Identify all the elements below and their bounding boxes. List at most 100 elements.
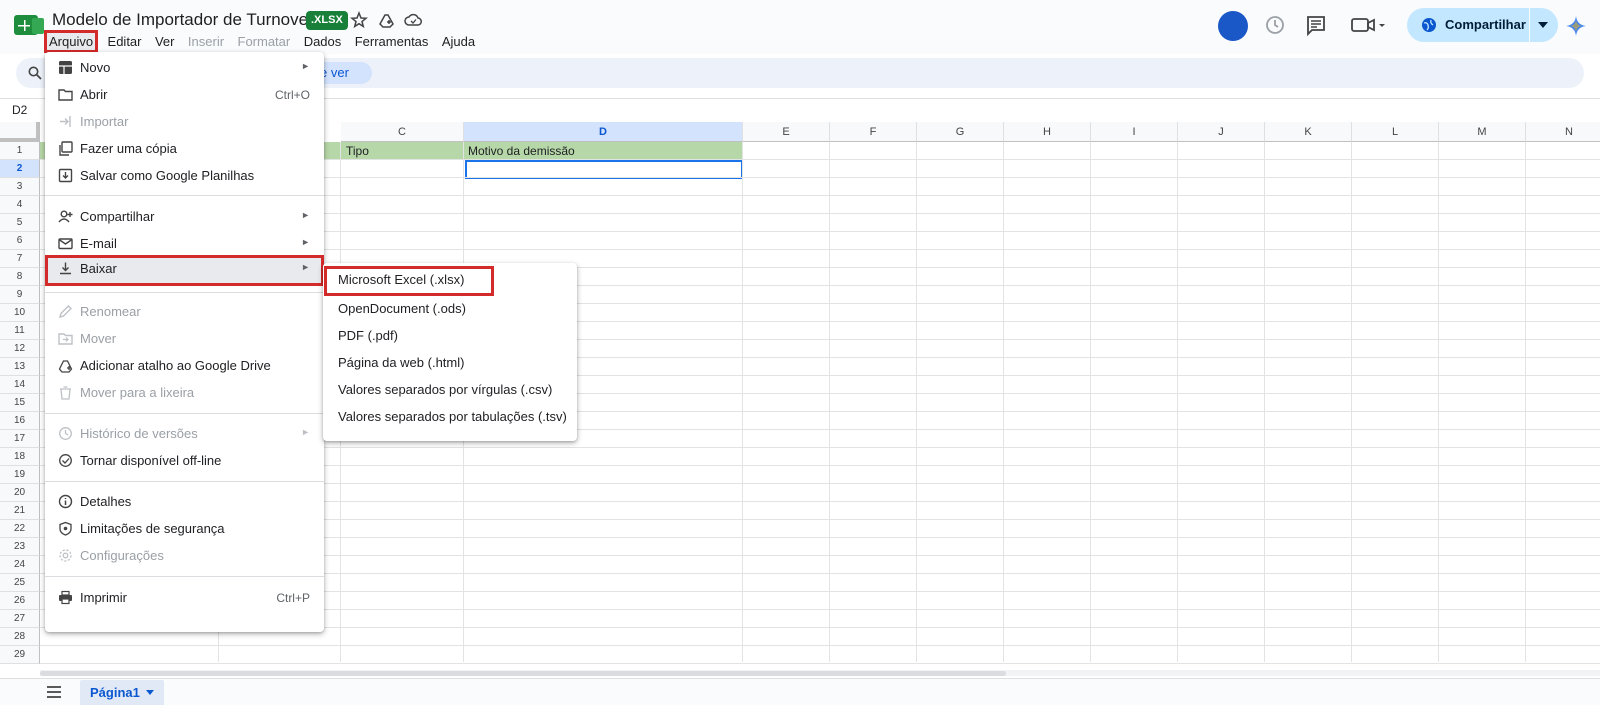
- row-header-26[interactable]: 26: [0, 592, 40, 610]
- menu-item-fazer-copia[interactable]: Fazer uma cópia: [45, 135, 324, 162]
- column-header-k[interactable]: K: [1265, 122, 1352, 142]
- meet-video-icon[interactable]: [1350, 15, 1386, 35]
- row-header-6[interactable]: 6: [0, 232, 40, 250]
- cell-c1[interactable]: Tipo: [346, 144, 369, 158]
- column-header-l[interactable]: L: [1352, 122, 1439, 142]
- row-header-12[interactable]: 12: [0, 340, 40, 358]
- download-xlsx[interactable]: Microsoft Excel (.xlsx): [324, 266, 494, 296]
- column-header-g[interactable]: G: [917, 122, 1004, 142]
- column-header-i[interactable]: I: [1091, 122, 1178, 142]
- row-header-28[interactable]: 28: [0, 628, 40, 646]
- column-header-m[interactable]: M: [1439, 122, 1526, 142]
- horizontal-scrollbar-thumb[interactable]: [40, 671, 1006, 676]
- menu-item-abrir[interactable]: Abrir Ctrl+O: [45, 81, 324, 108]
- menu-item-imprimir[interactable]: Imprimir Ctrl+P: [45, 584, 324, 611]
- column-header-j[interactable]: J: [1178, 122, 1265, 142]
- menu-item-compartilhar[interactable]: Compartilhar ►: [45, 203, 324, 230]
- row-header-7[interactable]: 7: [0, 250, 40, 268]
- column-header-e[interactable]: E: [743, 122, 830, 142]
- row-header-8[interactable]: 8: [0, 268, 40, 286]
- comments-icon[interactable]: [1305, 14, 1327, 36]
- menu-item-offline[interactable]: Tornar disponível off-line: [45, 447, 324, 474]
- download-tsv[interactable]: Valores separados por tabulações (.tsv): [323, 403, 577, 430]
- column-header-c[interactable]: C: [341, 122, 464, 142]
- menu-item-salvar-google-planilhas[interactable]: Salvar como Google Planilhas: [45, 162, 324, 189]
- submenu-item-label: Valores separados por vírgulas (.csv): [338, 382, 553, 397]
- menu-ferramentas[interactable]: Ferramentas: [351, 32, 433, 51]
- share-options-button[interactable]: [1530, 8, 1558, 42]
- menu-ajuda[interactable]: Ajuda: [438, 32, 479, 51]
- row-header-4[interactable]: 4: [0, 196, 40, 214]
- menu-dados[interactable]: Dados: [300, 32, 346, 51]
- row-header-18[interactable]: 18: [0, 448, 40, 466]
- menu-item-novo[interactable]: Novo ►: [45, 54, 324, 81]
- menu-item-label: Mover: [80, 331, 117, 346]
- column-header-h[interactable]: H: [1004, 122, 1091, 142]
- row-header-22[interactable]: 22: [0, 520, 40, 538]
- menu-item-label: Histórico de versões: [80, 426, 198, 441]
- cell-d1[interactable]: Motivo da demissão: [468, 144, 575, 158]
- row-header-29[interactable]: 29: [0, 646, 40, 664]
- row-header-15[interactable]: 15: [0, 394, 40, 412]
- menu-editar[interactable]: Editar: [104, 32, 146, 51]
- row-header-5[interactable]: 5: [0, 214, 40, 232]
- row-header-13[interactable]: 13: [0, 358, 40, 376]
- submenu-arrow-icon: ►: [301, 61, 310, 71]
- row-header-16[interactable]: 16: [0, 412, 40, 430]
- sheet-tab-active[interactable]: Página1: [80, 680, 164, 705]
- row-header-17[interactable]: 17: [0, 430, 40, 448]
- column-header-d[interactable]: D: [464, 122, 743, 142]
- row-header-23[interactable]: 23: [0, 538, 40, 556]
- menu-item-importar[interactable]: Importar: [45, 108, 324, 135]
- search-menus-icon[interactable]: [28, 66, 42, 80]
- submenu-item-label: Microsoft Excel (.xlsx): [338, 272, 465, 287]
- download-ods[interactable]: OpenDocument (.ods): [323, 295, 577, 322]
- menu-item-limitacoes-seguranca[interactable]: Limitações de segurança: [45, 515, 324, 542]
- row-header-20[interactable]: 20: [0, 484, 40, 502]
- move-to-drive-icon[interactable]: [377, 11, 395, 29]
- row-gridline: [40, 645, 1600, 646]
- menu-item-adicionar-atalho[interactable]: Adicionar atalho ao Google Drive: [45, 352, 324, 379]
- row-header-11[interactable]: 11: [0, 322, 40, 340]
- row-header-3[interactable]: 3: [0, 178, 40, 196]
- column-gridline: [1438, 142, 1439, 662]
- cloud-status-icon[interactable]: [404, 11, 422, 29]
- version-history-icon[interactable]: [1264, 14, 1286, 36]
- row-header-2[interactable]: 2: [0, 160, 40, 178]
- select-all-corner[interactable]: [0, 122, 40, 142]
- download-csv[interactable]: Valores separados por vírgulas (.csv): [323, 376, 577, 403]
- menu-arquivo[interactable]: Arquivo: [44, 30, 99, 53]
- row-header-25[interactable]: 25: [0, 574, 40, 592]
- row-header-24[interactable]: 24: [0, 556, 40, 574]
- menu-item-detalhes[interactable]: Detalhes: [45, 488, 324, 515]
- name-box[interactable]: D2: [12, 103, 27, 117]
- sheet-tab-chevron-icon[interactable]: [146, 690, 154, 695]
- menu-formatar[interactable]: Formatar: [234, 32, 295, 51]
- row-header-14[interactable]: 14: [0, 376, 40, 394]
- row-header-10[interactable]: 10: [0, 304, 40, 322]
- menu-item-email[interactable]: E-mail ►: [45, 230, 324, 257]
- star-icon[interactable]: [350, 11, 368, 29]
- menu-item-configuracoes[interactable]: Configurações: [45, 542, 324, 569]
- pencil-icon: [58, 305, 72, 319]
- download-pdf[interactable]: PDF (.pdf): [323, 322, 577, 349]
- avatar[interactable]: [1218, 11, 1248, 41]
- menu-item-historico-versoes[interactable]: Histórico de versões ►: [45, 420, 324, 447]
- row-header-27[interactable]: 27: [0, 610, 40, 628]
- row-header-1[interactable]: 1: [0, 142, 40, 160]
- document-title[interactable]: Modelo de Importador de Turnover: [52, 10, 314, 30]
- row-header-19[interactable]: 19: [0, 466, 40, 484]
- menu-item-baixar[interactable]: Baixar ►: [45, 255, 324, 286]
- menu-inserir[interactable]: Inserir: [184, 32, 228, 51]
- menu-item-mover[interactable]: Mover: [45, 325, 324, 352]
- menu-item-renomear[interactable]: Renomear: [45, 298, 324, 325]
- column-header-f[interactable]: F: [830, 122, 917, 142]
- gemini-spark-icon[interactable]: [1566, 16, 1586, 36]
- menu-item-mover-lixeira[interactable]: Mover para a lixeira: [45, 379, 324, 406]
- menu-ver[interactable]: Ver: [151, 32, 179, 51]
- download-html[interactable]: Página da web (.html): [323, 349, 577, 376]
- row-header-9[interactable]: 9: [0, 286, 40, 304]
- column-header-n[interactable]: N: [1526, 122, 1600, 142]
- row-header-21[interactable]: 21: [0, 502, 40, 520]
- all-sheets-menu-icon[interactable]: [46, 686, 62, 698]
